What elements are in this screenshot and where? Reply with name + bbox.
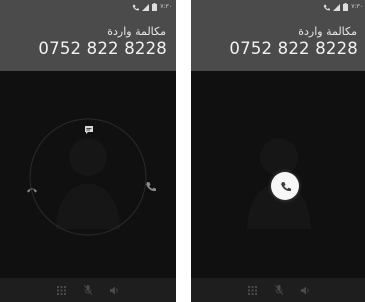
signal-icon (333, 3, 341, 11)
decline-icon (27, 188, 37, 193)
incoming-call-screen-handle: ٧:٣٠ مكالمة واردة 0752 822 8228 (191, 0, 365, 302)
bottom-bar (191, 278, 365, 302)
battery-icon (152, 3, 158, 11)
message-icon (85, 126, 93, 134)
message-target[interactable] (84, 122, 94, 134)
mute-icon[interactable] (83, 285, 92, 295)
status-time: ٧:٣٠ (351, 3, 363, 10)
caller-number: 0752 822 8228 (229, 39, 358, 58)
answer-target[interactable] (145, 179, 156, 192)
battery-icon (343, 3, 349, 11)
call-header: مكالمة واردة 0752 822 8228 (191, 14, 365, 71)
status-bar: ٧:٣٠ (191, 0, 365, 14)
call-header: مكالمة واردة 0752 822 8228 (0, 14, 176, 71)
dialpad-icon[interactable] (247, 285, 257, 295)
caller-number: 0752 822 8228 (38, 39, 167, 58)
incoming-call-screen-glowpad: ٧:٣٠ مكالمة واردة 0752 822 8228 (0, 0, 176, 302)
incoming-call-label: مكالمة واردة (107, 25, 166, 38)
bottom-bar (0, 278, 176, 302)
signal-icon (142, 3, 150, 11)
speaker-icon[interactable] (300, 286, 311, 295)
speaker-icon[interactable] (109, 286, 120, 295)
decline-target[interactable] (26, 181, 38, 193)
answer-handle-icon (280, 181, 291, 191)
call-body (0, 71, 176, 278)
mute-icon[interactable] (274, 285, 283, 295)
answer-icon (146, 182, 156, 192)
incoming-call-label: مكالمة واردة (298, 25, 357, 38)
answer-handle[interactable] (271, 172, 299, 200)
phone-icon (132, 4, 140, 10)
phone-icon (323, 4, 331, 10)
status-bar: ٧:٣٠ (0, 0, 176, 14)
status-time: ٧:٣٠ (160, 3, 172, 10)
glowpad-ring (29, 118, 147, 236)
dialpad-icon[interactable] (56, 285, 66, 295)
